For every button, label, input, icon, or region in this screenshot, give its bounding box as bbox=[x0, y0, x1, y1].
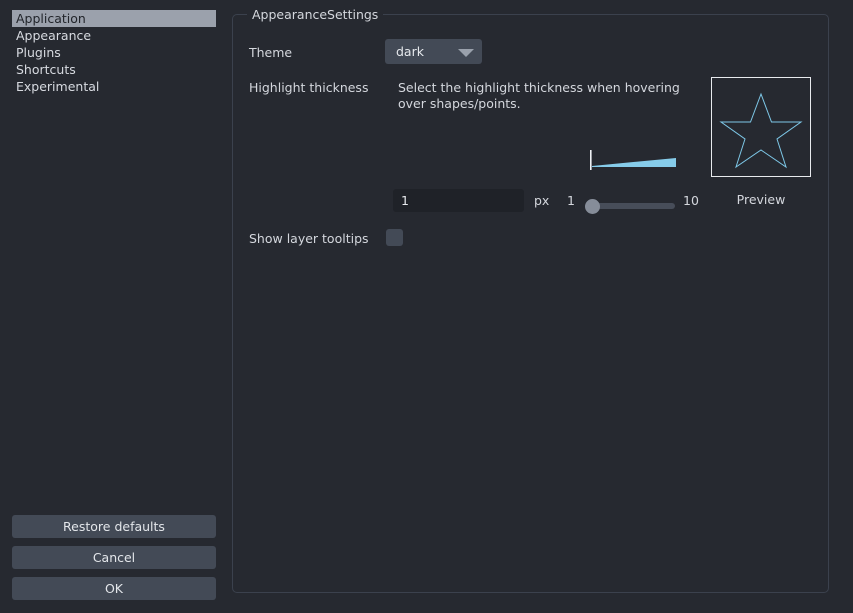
slider-max-label: 10 bbox=[683, 193, 699, 208]
highlight-thickness-slider[interactable] bbox=[585, 198, 675, 214]
sidebar-item-plugins[interactable]: Plugins bbox=[12, 44, 216, 61]
thickness-wedge-illustration bbox=[590, 148, 676, 172]
preview-caption: Preview bbox=[736, 192, 786, 207]
star-icon bbox=[719, 92, 803, 169]
theme-select[interactable]: dark bbox=[385, 39, 482, 64]
show-layer-tooltips-label: Show layer tooltips bbox=[249, 231, 369, 246]
chevron-down-icon bbox=[458, 49, 474, 57]
restore-defaults-button[interactable]: Restore defaults bbox=[12, 515, 216, 538]
preview-box bbox=[711, 77, 811, 177]
highlight-thickness-label: Highlight thickness bbox=[249, 80, 369, 95]
sidebar-item-application[interactable]: Application bbox=[12, 10, 216, 27]
slider-handle[interactable] bbox=[585, 199, 600, 214]
theme-select-value: dark bbox=[396, 44, 424, 59]
unit-label: px bbox=[534, 193, 550, 208]
appearance-settings-group: AppearanceSettings Theme dark Highlight … bbox=[232, 7, 829, 593]
sidebar-item-experimental[interactable]: Experimental bbox=[12, 78, 216, 95]
slider-min-label: 1 bbox=[567, 193, 575, 208]
settings-nav-list[interactable]: Application Appearance Plugins Shortcuts… bbox=[12, 10, 216, 95]
highlight-thickness-input[interactable] bbox=[393, 189, 524, 212]
sidebar-item-appearance[interactable]: Appearance bbox=[12, 27, 216, 44]
settings-sidebar: Application Appearance Plugins Shortcuts… bbox=[0, 0, 228, 613]
ok-button[interactable]: OK bbox=[12, 577, 216, 600]
cancel-button[interactable]: Cancel bbox=[12, 546, 216, 569]
highlight-thickness-description: Select the highlight thickness when hove… bbox=[398, 80, 680, 111]
show-layer-tooltips-checkbox[interactable] bbox=[386, 229, 403, 246]
dialog-button-bar: Restore defaults Cancel OK bbox=[12, 507, 216, 600]
sidebar-item-shortcuts[interactable]: Shortcuts bbox=[12, 61, 216, 78]
group-box-title: AppearanceSettings bbox=[247, 7, 384, 22]
theme-label: Theme bbox=[249, 45, 293, 60]
